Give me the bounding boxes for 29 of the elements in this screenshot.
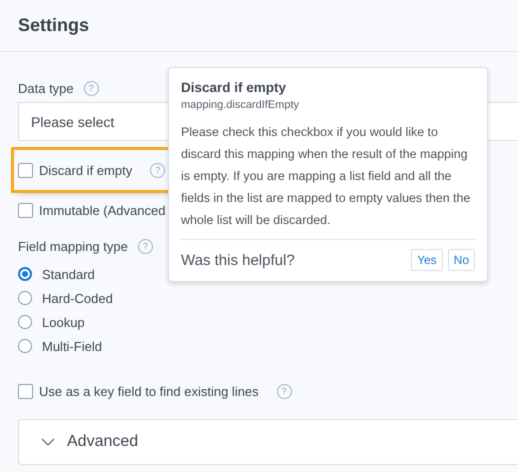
feedback-button[interactable]: Yes bbox=[411, 249, 443, 271]
checkbox-label: Use as a key field to find existing lines bbox=[39, 384, 259, 398]
radio-button[interactable] bbox=[18, 315, 32, 329]
help-icon[interactable]: ? bbox=[276, 384, 292, 398]
field-label: Data type bbox=[18, 80, 74, 96]
help-icon[interactable]: ? bbox=[138, 238, 153, 254]
field-label: Field mapping type bbox=[18, 238, 128, 254]
radio-button[interactable] bbox=[18, 339, 32, 353]
radio-label: Hard-Coded bbox=[42, 290, 113, 306]
radio-label: Standard bbox=[42, 266, 95, 282]
radio-button[interactable] bbox=[18, 267, 32, 281]
chevron-icon[interactable] bbox=[41, 438, 55, 446]
section-title[interactable]: Advanced bbox=[67, 433, 138, 451]
popover-path: mapping.discardIfEmpty bbox=[181, 99, 300, 111]
checkbox[interactable] bbox=[18, 202, 33, 218]
checkbox[interactable] bbox=[18, 162, 33, 178]
help-icon[interactable]: ? bbox=[84, 80, 99, 96]
radio-button[interactable] bbox=[18, 291, 32, 305]
popover-title: Discard if empty bbox=[181, 80, 288, 95]
checkbox-label: Discard if empty bbox=[39, 162, 132, 178]
popover-text: Please check this checkbox if you would like to discard this mapping when the result of the mapping is empty. If you are mapping a list field and all the fields in the list are mapped to empty values then the whole list will be discarded. bbox=[181, 124, 472, 229]
radio-label: Lookup bbox=[42, 314, 85, 330]
checkbox[interactable] bbox=[18, 384, 33, 398]
feedback-question: Was this helpful? bbox=[181, 252, 295, 268]
checkbox-label: Immutable (Advanced bbox=[39, 202, 166, 218]
feedback-button[interactable]: No bbox=[448, 249, 475, 271]
page-title: Settings bbox=[18, 15, 90, 36]
radio-label: Multi-Field bbox=[42, 338, 102, 354]
help-icon[interactable]: ? bbox=[150, 162, 166, 178]
